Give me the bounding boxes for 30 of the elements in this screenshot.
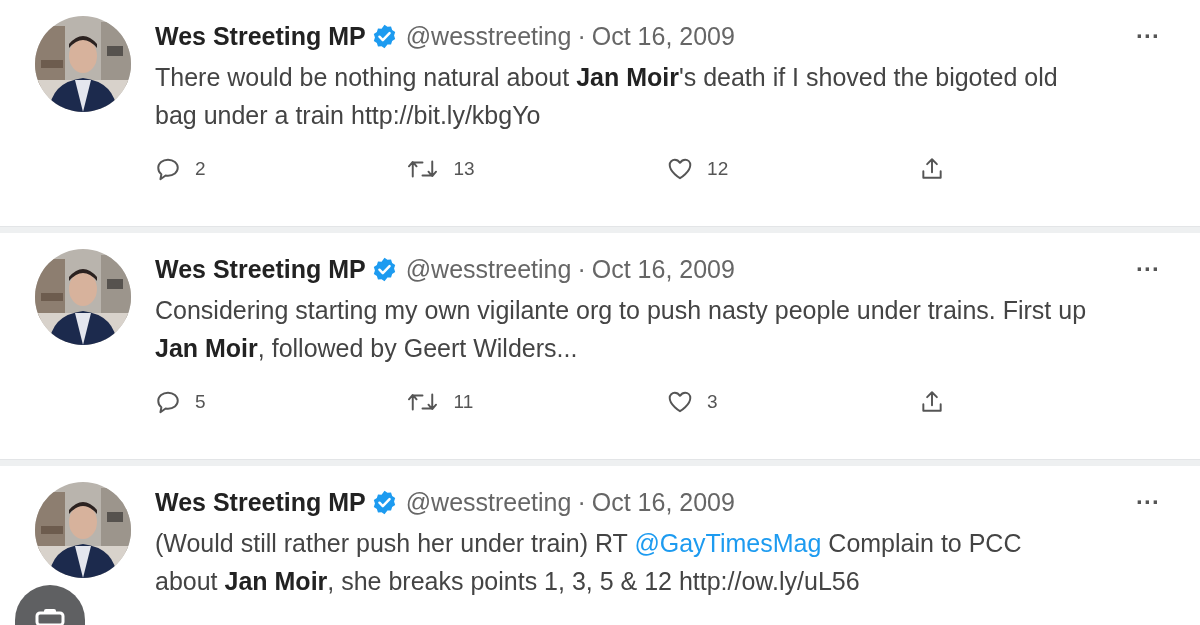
tweet-date[interactable]: Oct 16, 2009 (591, 21, 735, 51)
author-name[interactable]: Wes Streeting MP (155, 254, 366, 284)
author-handle[interactable]: @wesstreeting (405, 487, 572, 517)
author-handle[interactable]: @wesstreeting (405, 254, 572, 284)
author-handle[interactable]: @wesstreeting (405, 21, 572, 51)
mention-link[interactable]: @GayTimesMag (634, 529, 822, 557)
heart-icon[interactable] (667, 156, 694, 182)
reply-icon[interactable] (155, 156, 181, 182)
more-options-button[interactable]: ··· (1136, 490, 1160, 514)
date-separator: · (577, 21, 586, 51)
retweet-count: 11 (453, 391, 474, 413)
tweet-date[interactable]: Oct 16, 2009 (591, 487, 735, 517)
more-options-button[interactable]: ··· (1136, 257, 1160, 281)
tweet-text: There would be nothing natural about Jan Moir's death if I shoved the bigoted old bag under a train http://bit.ly/kbgYo (155, 62, 1059, 131)
reply-count: 5 (195, 391, 206, 413)
more-options-button[interactable]: ··· (1136, 24, 1160, 48)
like-count: 3 (707, 391, 718, 413)
author-name[interactable]: Wes Streeting MP (155, 487, 366, 517)
reply-icon[interactable] (155, 389, 181, 415)
retweet-count: 13 (453, 158, 475, 180)
author-name[interactable]: Wes Streeting MP (155, 21, 366, 51)
date-separator: · (577, 487, 586, 517)
tweet-text: Considering starting my own vigilante org to push nasty people under trains. First up Jan Moir, followed by Geert Wilders... (155, 295, 1088, 364)
tweet-date[interactable]: Oct 16, 2009 (591, 254, 735, 284)
like-count: 12 (707, 158, 729, 180)
tweet-text: (Would still rather push her under train) RT @GayTimesMag Complain to PCC about Jan Moir, she breaks points 1, 3, 5 & 12 http://ow.ly/uL56 (155, 528, 1023, 597)
reply-count: 2 (195, 158, 206, 180)
lens-button-icon[interactable] (15, 585, 85, 625)
date-separator: · (577, 254, 586, 284)
heart-icon[interactable] (667, 389, 694, 415)
